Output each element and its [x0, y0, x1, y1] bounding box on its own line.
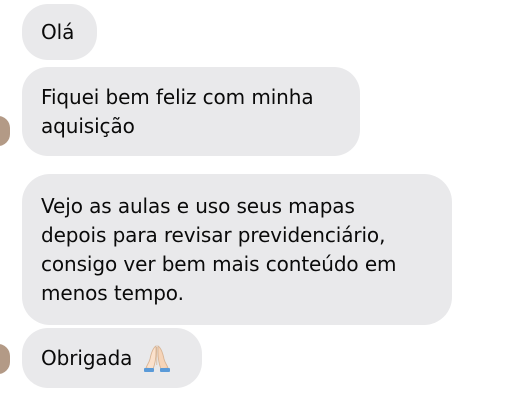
message-text: Obrigada [41, 345, 133, 370]
folded-hands-icon [140, 342, 174, 374]
avatar[interactable] [0, 344, 10, 374]
message-text: Olá [41, 19, 75, 44]
message-text: Fiquei bem feliz com minha aquisição [41, 84, 314, 138]
message-bubble[interactable]: Olá [22, 4, 97, 60]
message-bubble[interactable]: Vejo as aulas e uso seus mapas depois pa… [22, 174, 452, 325]
avatar[interactable] [0, 116, 10, 146]
message-text: Vejo as aulas e uso seus mapas depois pa… [41, 193, 397, 305]
message-bubble[interactable]: Fiquei bem feliz com minha aquisição [22, 67, 360, 156]
message-bubble[interactable]: Obrigada [22, 328, 202, 388]
